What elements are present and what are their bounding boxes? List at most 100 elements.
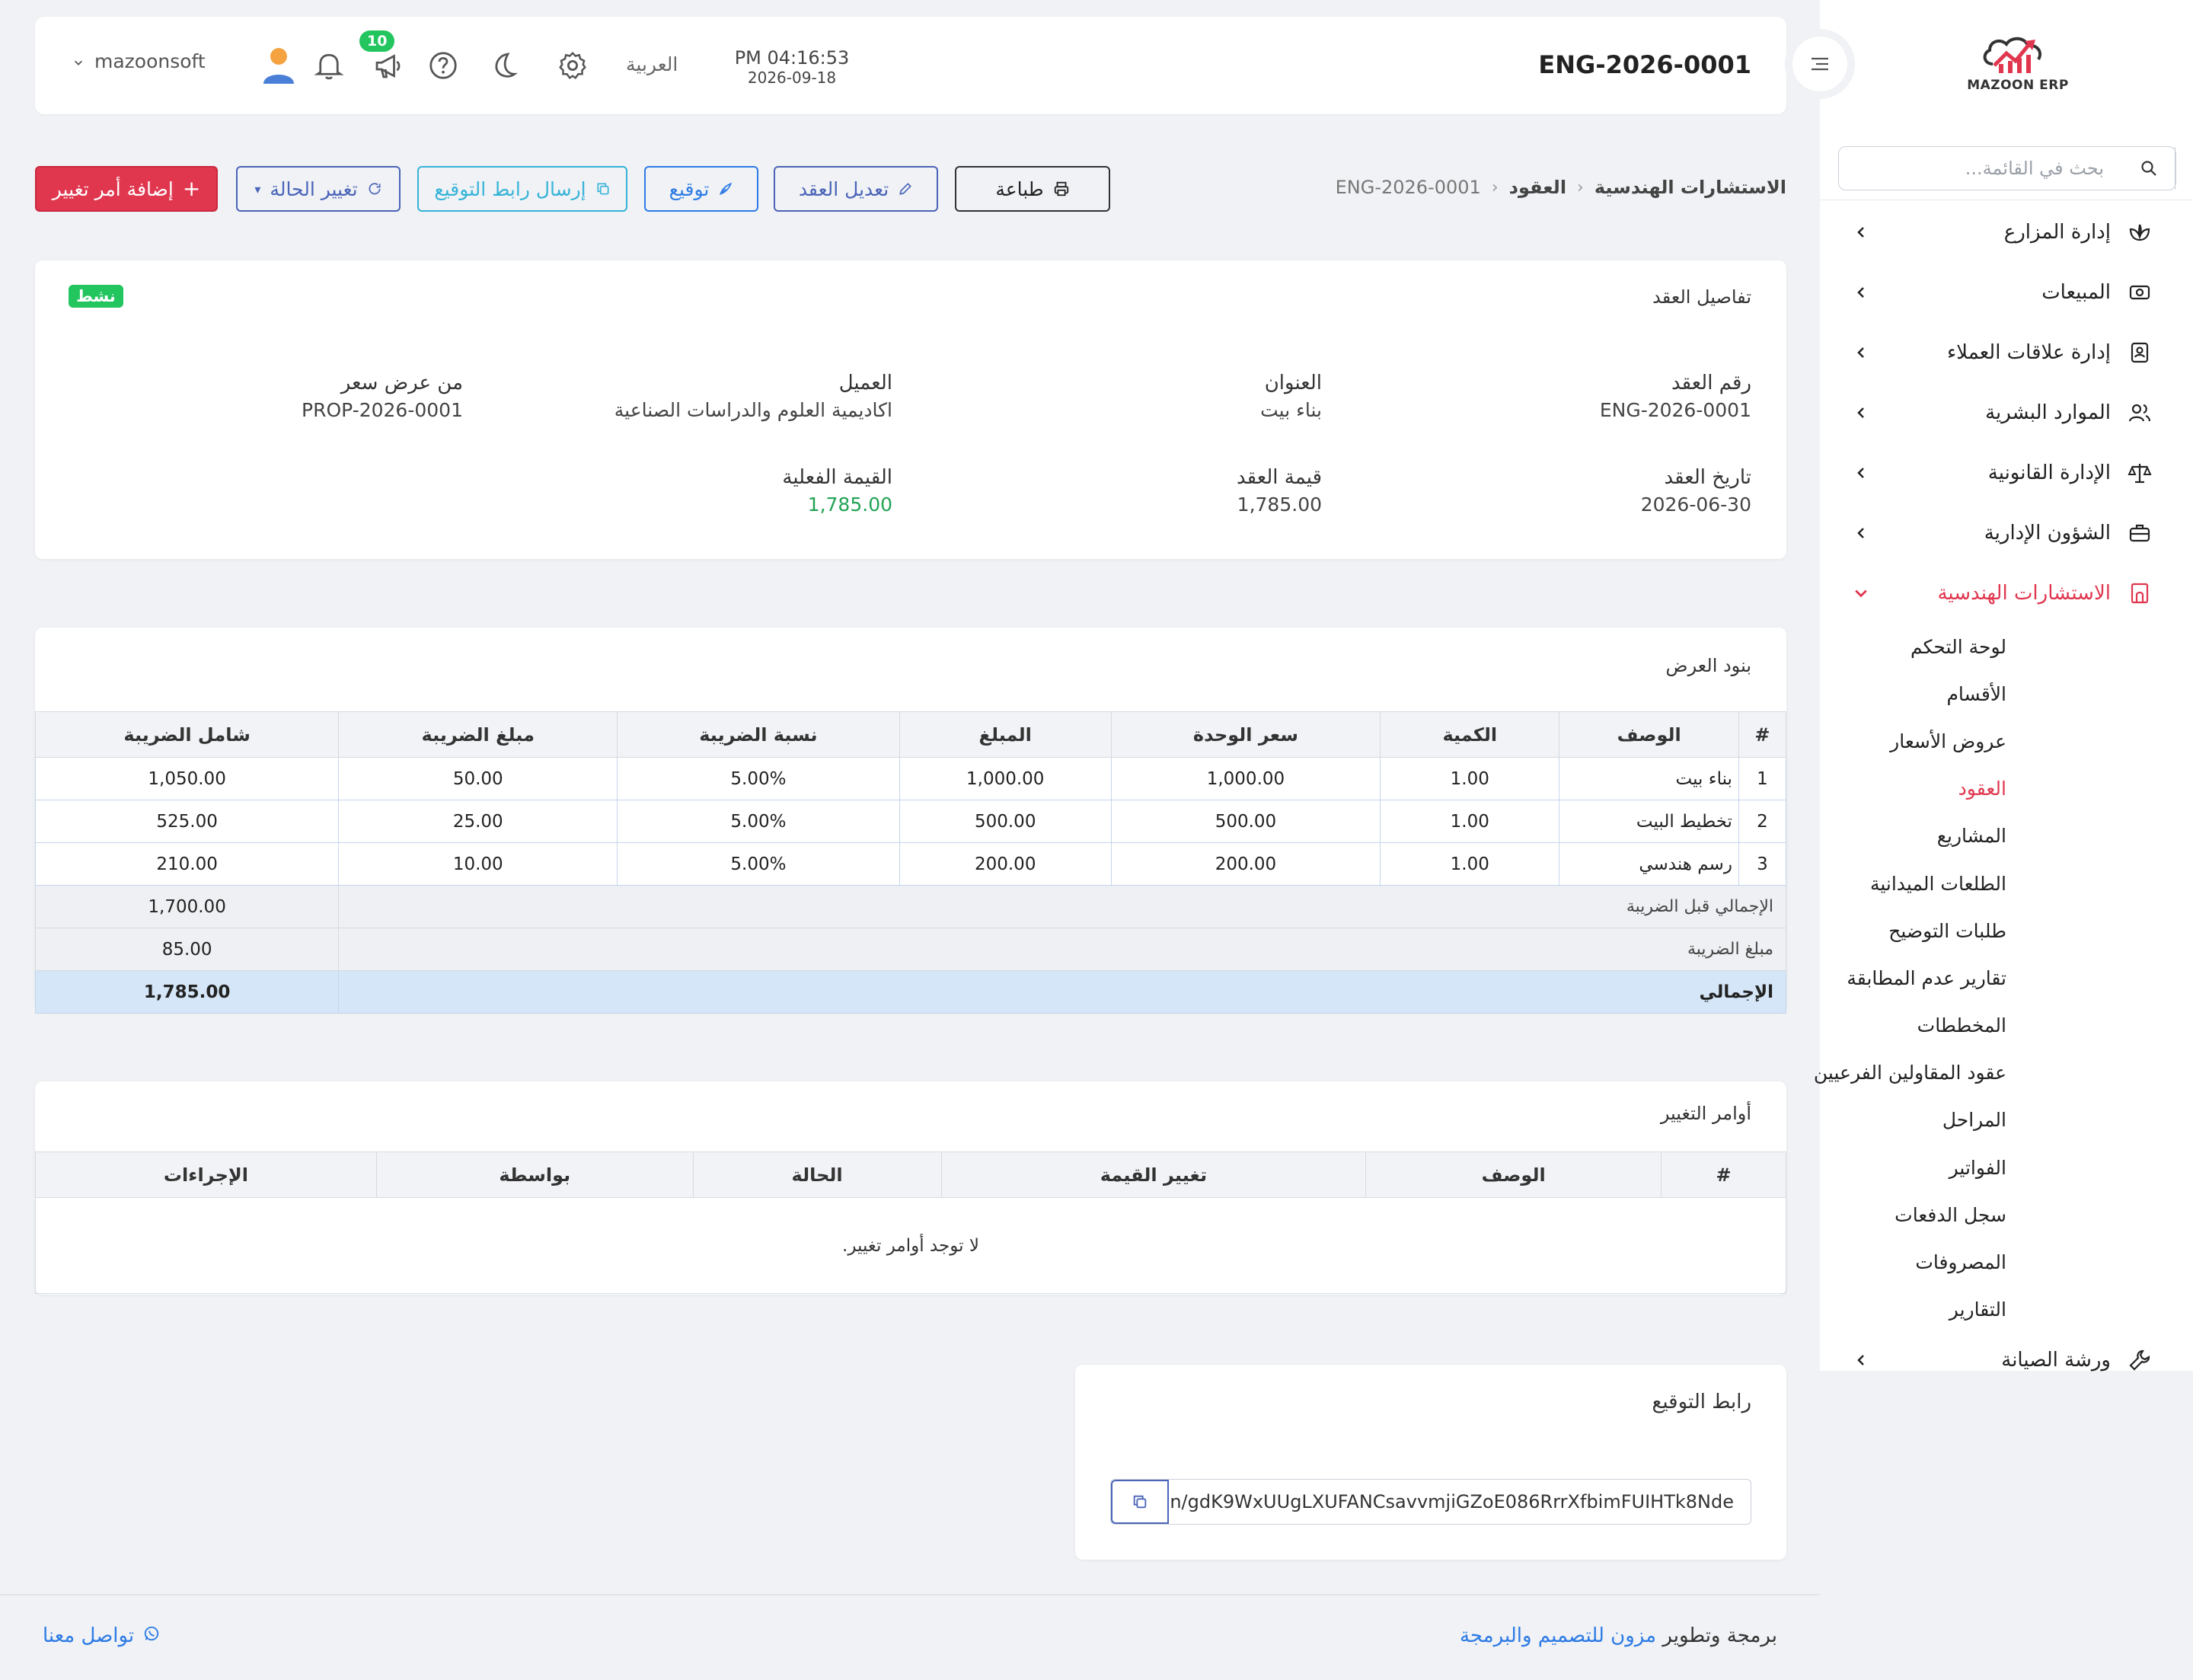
company-link[interactable]: مزون للتصميم والبرمجة <box>1460 1624 1656 1647</box>
whatsapp-icon <box>143 1624 160 1647</box>
contact-us-link[interactable]: تواصل معنا <box>43 1624 160 1647</box>
sidebar-menu: إدارة المزارع المبيعات إدارة علاقات العم… <box>1814 202 2193 1387</box>
table-cell: 1,050.00 <box>34 757 340 800</box>
change-orders-card: أوامر التغيير # الوصف تغيير القيمة الحال… <box>35 1081 1786 1295</box>
column-header: الوصف <box>1559 711 1739 758</box>
language-switch[interactable]: العربية <box>626 53 678 75</box>
table-cell: 50.00 <box>338 757 618 800</box>
table-cell: رسم هندسي <box>1559 842 1739 886</box>
sidebar-item-legal[interactable]: الإدارة القانونية <box>1820 442 2193 503</box>
app-logo[interactable]: MAZOON ERP <box>1965 30 2071 104</box>
table-cell: 25.00 <box>338 800 618 843</box>
sidebar: MAZOON ERP إدارة المزارع المبيعات إدارة … <box>1814 0 2193 1372</box>
sidebar-item-maintenance[interactable]: ورشة الصيانة <box>1820 1333 2193 1387</box>
items-card: بنود العرض # الوصف الكمية سعر الوحدة الم… <box>34 628 1787 1014</box>
footer-divider <box>0 1594 1820 1595</box>
pen-nib-icon <box>720 182 733 195</box>
sidebar-subitem-reports[interactable]: التقارير <box>1820 1286 2006 1333</box>
sidebar-item-hr[interactable]: الموارد البشرية <box>1820 382 2193 442</box>
sidebar-subitem-payments[interactable]: سجل الدفعات <box>1820 1191 2006 1238</box>
column-header: الوصف <box>1365 1151 1662 1198</box>
sidebar-item-sales[interactable]: المبيعات <box>1820 262 2193 322</box>
bell-icon[interactable] <box>312 49 346 82</box>
field-client: العميل اكاديمية العلوم والدراسات الصناعي… <box>614 372 892 421</box>
user-menu[interactable]: mazoonsoft <box>73 50 206 72</box>
table-cell: 10.00 <box>338 842 618 886</box>
table-cell: بناء بيت <box>1559 757 1739 800</box>
items-table: # الوصف الكمية سعر الوحدة المبلغ نسبة ال… <box>34 711 1787 1014</box>
send-signature-link-button[interactable]: إرسال رابط التوقيع <box>417 166 627 212</box>
sidebar-subitem-site-visits[interactable]: الطلعات الميدانية <box>1820 860 2006 907</box>
column-header: الكمية <box>1380 711 1560 758</box>
clock: PM 04:16:53 2026-09-18 <box>734 47 850 87</box>
sidebar-search-input[interactable] <box>1839 147 2122 190</box>
table-row: 2 تخطيط البيت 1.00 500.00 500.00 5.00% 2… <box>34 800 1787 843</box>
sidebar-subitem-subcontracts[interactable]: عقود المقاولين الفرعيين <box>1814 1049 2006 1097</box>
table-cell: 1,000.00 <box>899 757 1112 800</box>
username: mazoonsoft <box>94 50 206 72</box>
table-cell: 1 <box>1738 757 1787 800</box>
field-contract-date: تاريخ العقد 2026-06-30 <box>1640 466 1751 516</box>
edit-contract-button[interactable]: تعديل العقد <box>774 166 938 212</box>
empty-row: لا توجد أوامر تغيير. <box>35 1197 1786 1294</box>
sidebar-item-admin[interactable]: الشؤون الإدارية <box>1820 503 2193 563</box>
column-header: تغيير القيمة <box>940 1151 1367 1198</box>
plus-icon: + <box>182 176 201 201</box>
chevron-left-icon: ‹ <box>1491 177 1499 197</box>
breadcrumb-engineering[interactable]: الاستشارات الهندسية <box>1594 177 1786 198</box>
sidebar-subitem-invoices[interactable]: الفواتير <box>1820 1144 2006 1191</box>
sidebar-subitem-quotations[interactable]: عروض الأسعار <box>1820 717 2006 765</box>
help-icon[interactable] <box>426 49 460 82</box>
sidebar-subitem-drawings[interactable]: المخططات <box>1820 1002 2006 1049</box>
sidebar-subitem-rfis[interactable]: طلبات التوضيح <box>1820 907 2006 954</box>
sidebar-subitem-expenses[interactable]: المصروفات <box>1820 1238 2006 1286</box>
sign-button[interactable]: توقيع <box>644 166 758 212</box>
sidebar-toggle-button[interactable] <box>1785 29 1855 99</box>
table-cell: 3 <box>1738 842 1787 886</box>
change-status-button[interactable]: تغيير الحالة ▾ <box>236 166 401 212</box>
avatar[interactable] <box>260 46 297 85</box>
tax-row: مبلغ الضريبة 85.00 <box>34 928 1786 971</box>
column-header: سعر الوحدة <box>1110 711 1381 758</box>
search-icon[interactable] <box>2122 147 2175 190</box>
table-row: 3 رسم هندسي 1.00 200.00 200.00 5.00% 10.… <box>34 842 1787 886</box>
table-cell: 500.00 <box>1110 800 1381 843</box>
print-button[interactable]: طباعة <box>955 166 1110 212</box>
sidebar-submenu: لوحة التحكم الأقسام عروض الأسعار العقود … <box>1814 623 2193 1333</box>
chevron-left-icon <box>1852 404 1870 422</box>
caret-down-icon: ▾ <box>254 181 261 196</box>
wrench-icon <box>2126 1346 2153 1374</box>
table-cell: 525.00 <box>34 800 340 843</box>
add-change-order-button[interactable]: + إضافة أمر تغيير <box>35 166 218 212</box>
chevron-left-icon <box>1852 464 1870 482</box>
sidebar-item-engineering[interactable]: الاستشارات الهندسية <box>1820 563 2193 623</box>
sidebar-subitem-ncrs[interactable]: تقارير عدم المطابقة <box>1820 954 2006 1001</box>
farm-icon <box>2126 219 2153 246</box>
column-header: بواسطة <box>375 1151 694 1198</box>
breadcrumb-contracts[interactable]: العقود <box>1509 177 1566 198</box>
sidebar-subitem-contracts[interactable]: العقود <box>1820 765 2006 813</box>
sidebar-subitem-dashboard[interactable]: لوحة التحكم <box>1820 623 2006 670</box>
sidebar-subitem-projects[interactable]: المشاريع <box>1820 813 2006 860</box>
sidebar-item-farms[interactable]: إدارة المزارع <box>1820 202 2193 262</box>
status-badge: نشط <box>69 285 123 308</box>
sidebar-item-crm[interactable]: إدارة علاقات العملاء <box>1820 322 2193 382</box>
table-cell: 200.00 <box>1110 842 1381 886</box>
top-header: ENG-2026-0001 PM 04:16:53 2026-09-18 الع… <box>35 17 1786 114</box>
card-title: تفاصيل العقد <box>1652 286 1751 308</box>
card-title: أوامر التغيير <box>1660 1103 1751 1124</box>
settings-icon[interactable] <box>556 49 589 82</box>
sidebar-subitem-departments[interactable]: الأقسام <box>1820 670 2006 717</box>
table-cell: 1,000.00 <box>1110 757 1381 800</box>
logo-icon <box>1983 37 2042 73</box>
column-header: مبلغ الضريبة <box>338 711 618 758</box>
footer-credits: برمجة وتطوير مزون للتصميم والبرمجة <box>1459 1624 1777 1647</box>
copy-link-button[interactable] <box>1111 1480 1169 1524</box>
dark-mode-icon[interactable] <box>487 49 521 82</box>
signature-link-value[interactable]: -sign/gdK9WxUUgLXUFANCsavvmjiGZoE086RrrX… <box>1169 1480 1751 1524</box>
sidebar-subitem-phases[interactable]: المراحل <box>1820 1097 2006 1144</box>
card-title: بنود العرض <box>1665 655 1751 676</box>
announcements-icon[interactable] <box>372 49 405 82</box>
signature-link-card: رابط التوقيع -sign/gdK9WxUUgLXUFANCsavvm… <box>1075 1365 1786 1560</box>
table-row: 1 بناء بيت 1.00 1,000.00 1,000.00 5.00% … <box>34 757 1787 800</box>
